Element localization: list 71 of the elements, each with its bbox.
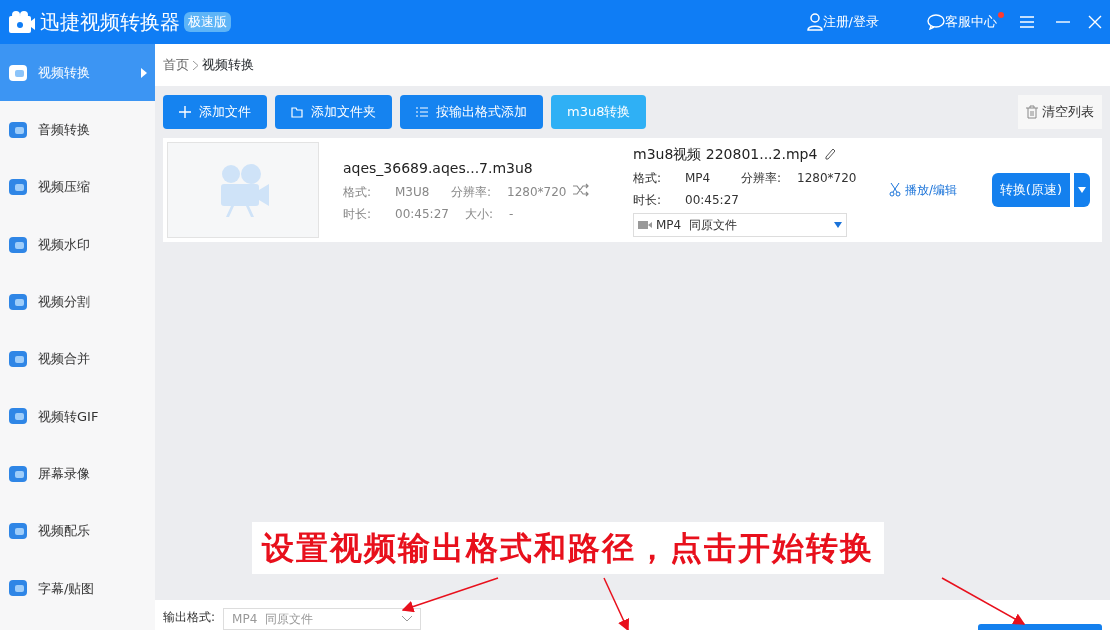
tile-icon <box>8 406 30 427</box>
output-format-select[interactable]: MP4 同原文件 <box>633 212 847 237</box>
field-value: 1280*720 <box>507 183 567 201</box>
breadcrumb-item: 视频转换 <box>202 56 254 75</box>
sidebar-item[interactable]: 视频转GIF <box>0 387 155 446</box>
sidebar-item[interactable]: 音频转换 <box>0 101 155 159</box>
field-label: 大小: <box>464 205 493 223</box>
field-label: 格式: <box>343 183 373 201</box>
tile-icon <box>8 578 30 599</box>
field-value: - <box>508 205 514 223</box>
plus-icon <box>179 106 191 118</box>
sidebar-item[interactable]: 视频压缩 <box>0 158 155 216</box>
field-value: 00:45:27 <box>395 205 449 223</box>
app-title: 迅捷视频转换器 <box>40 9 180 36</box>
tile-icon <box>8 521 30 541</box>
tile-icon <box>8 349 30 370</box>
user-icon <box>806 13 823 31</box>
toolbar-button[interactable]: 按输出格式添加 <box>400 95 543 129</box>
camera-logo-icon <box>8 8 36 36</box>
arrow <box>600 576 632 630</box>
scissors-icon <box>889 183 901 197</box>
field-value: M3U8 <box>395 183 431 201</box>
version-badge: 极速版 <box>184 12 231 32</box>
tile-icon <box>8 291 30 312</box>
sidebar-item[interactable]: 视频合并 <box>0 330 155 388</box>
sidebar-item[interactable]: 视频配乐 <box>0 502 155 560</box>
sidebar-item[interactable]: 视频分割 <box>0 273 155 331</box>
sidebar-item[interactable]: 字幕/贴图 <box>0 559 155 617</box>
caret-right-icon <box>141 67 147 78</box>
breadcrumb-item[interactable]: 首页 <box>163 55 189 75</box>
field-value: 00:45:27 <box>685 191 739 209</box>
field-value: 1280*720 <box>797 169 857 187</box>
chevron-down-icon <box>402 616 413 622</box>
field-label: 分辨率: <box>741 169 782 187</box>
field-label: 分辨率: <box>451 183 492 201</box>
convert-button[interactable]: 转换(原速) <box>991 173 1070 207</box>
list-icon <box>416 106 428 118</box>
menu-icon[interactable] <box>1020 15 1034 29</box>
field-value: MP4 <box>685 169 712 187</box>
field-label: 格式: <box>633 169 663 187</box>
chat-bubble-icon <box>927 14 945 30</box>
toolbar-button[interactable]: 添加文件夹 <box>275 95 392 129</box>
pencil-icon[interactable] <box>825 148 836 160</box>
output-format-label: 输出格式: <box>163 609 216 626</box>
clear-list-button[interactable]: 清空列表 <box>1018 95 1102 129</box>
folder-icon <box>291 106 303 118</box>
field-label: 时长: <box>343 205 373 223</box>
sidebar-item[interactable]: 视频水印 <box>0 215 155 274</box>
close-icon[interactable] <box>1088 15 1102 29</box>
edit-link[interactable]: 播放/编辑 <box>889 181 958 199</box>
dropdown-arrow-icon <box>834 221 842 228</box>
tile-icon <box>8 177 30 198</box>
file-name: aqes_36689.aqes...7.m3u8 <box>343 158 534 178</box>
annotation-text: 设置视频输出格式和路径，点击开始转换 <box>252 522 884 574</box>
toolbar-button[interactable]: 添加文件 <box>163 95 267 129</box>
chevron-right-icon <box>193 60 198 70</box>
field-label: 时长: <box>633 191 663 209</box>
trash-icon <box>1026 105 1038 119</box>
dropdown-toggle-button[interactable] <box>1074 173 1090 207</box>
caret-down-icon <box>1078 187 1086 193</box>
video-icon <box>638 220 652 229</box>
start-button[interactable] <box>978 624 1102 630</box>
sidebar-item[interactable]: 屏幕录像 <box>0 445 155 503</box>
tile-icon <box>8 463 30 484</box>
tile-icon <box>8 234 30 255</box>
shuffle-icon <box>573 183 589 197</box>
login-link[interactable]: 注册/登录 <box>806 12 879 32</box>
tile-icon <box>8 119 30 140</box>
tile-icon <box>8 62 30 83</box>
service-link[interactable]: 客服中心 <box>927 12 1004 32</box>
file-name: m3u8视频 220801...2.mp4 <box>633 143 873 165</box>
